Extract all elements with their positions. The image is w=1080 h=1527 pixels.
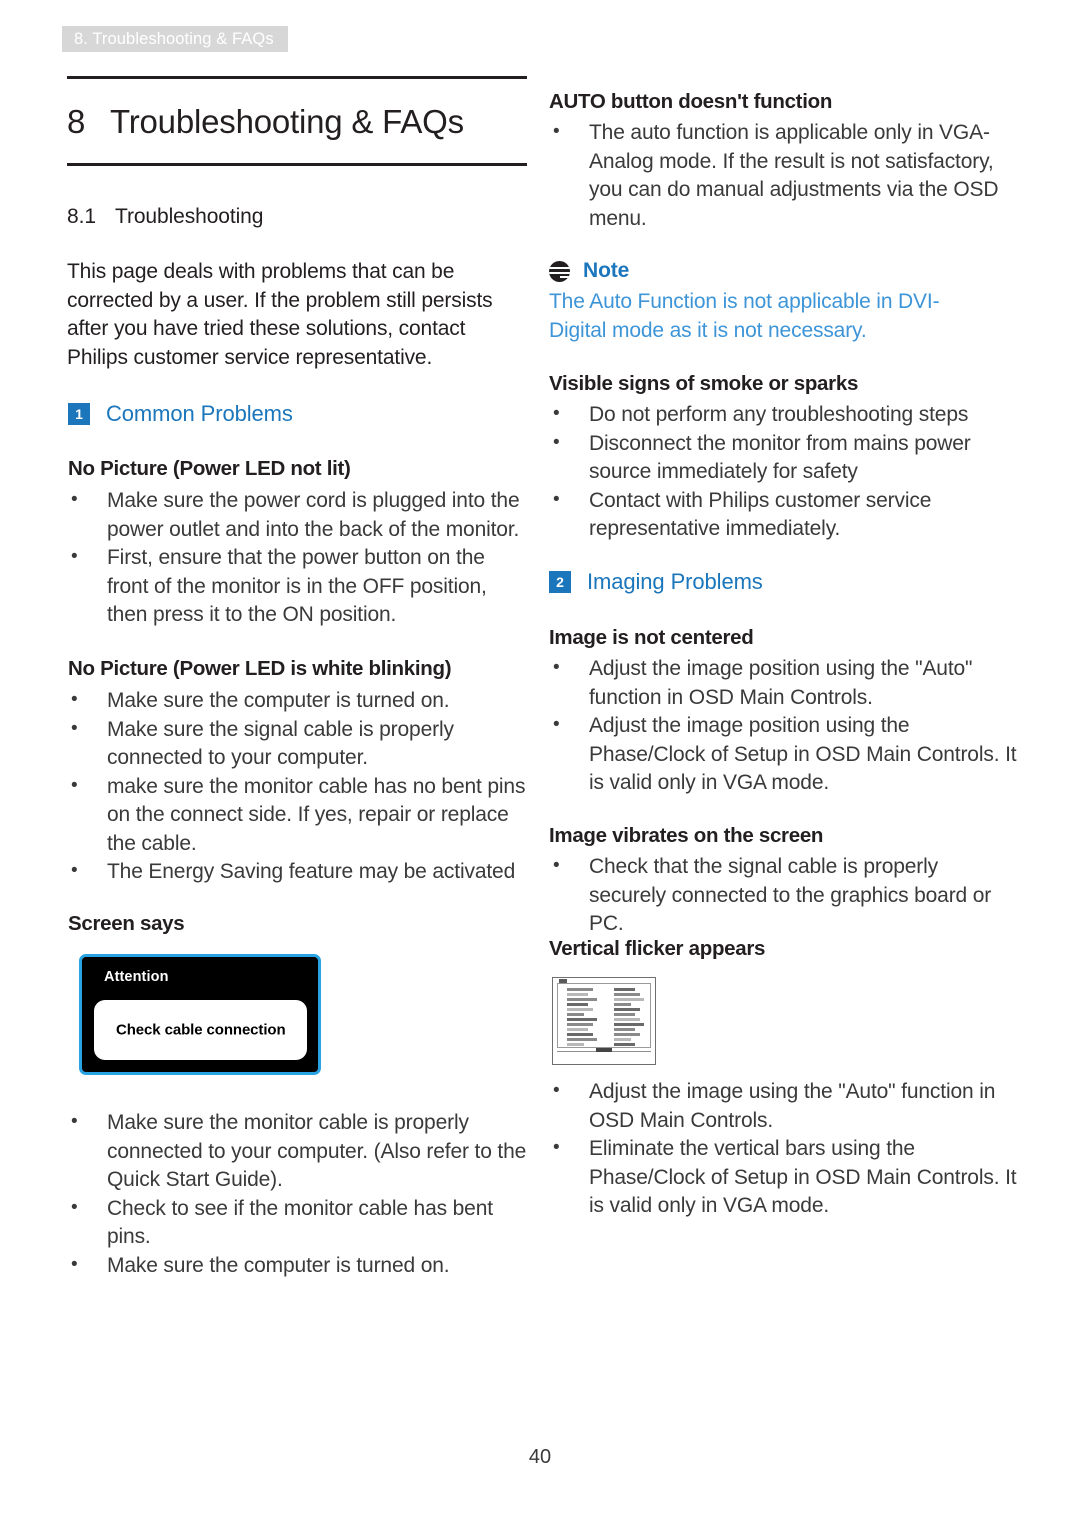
- chapter-title-text: Troubleshooting & FAQs: [110, 103, 464, 140]
- bullet-list-screen-says: Make sure the monitor cable is properly …: [67, 1108, 529, 1281]
- flicker-monitor-stand: [557, 1048, 651, 1061]
- attention-dialog-panel: Check cable connection: [94, 1000, 307, 1060]
- section-heading: 8.1 Troubleshooting: [67, 205, 529, 229]
- topic-heading-vertical-flicker: Vertical flicker appears: [549, 937, 766, 960]
- list-item: Check that the signal cable is properly …: [549, 852, 1019, 939]
- flicker-band-left: [567, 988, 597, 1047]
- bullet-list-no-picture-led-not-lit: Make sure the power cord is plugged into…: [67, 486, 529, 630]
- list-item: Adjust the image position using the "Aut…: [549, 654, 1019, 712]
- list-item: Make sure the computer is turned on.: [67, 1251, 529, 1281]
- group-badge-1: 1: [68, 403, 90, 425]
- topic-heading-smoke-sparks: Visible signs of smoke or sparks: [549, 372, 859, 395]
- list-item: Check to see if the monitor cable has be…: [67, 1194, 529, 1252]
- bullet-list-auto-button: The auto function is applicable only in …: [549, 118, 1019, 233]
- list-item: Adjust the image using the "Auto" functi…: [549, 1077, 1019, 1135]
- list-item: Eliminate the vertical bars using the Ph…: [549, 1134, 1019, 1221]
- page-number: 40: [528, 1446, 552, 1468]
- list-item: First, ensure that the power button on t…: [67, 543, 529, 630]
- topic-heading-no-picture-led-not-lit: No Picture (Power LED not lit): [68, 457, 351, 480]
- list-item: Do not perform any troubleshooting steps: [549, 400, 1019, 430]
- section-title-text: Troubleshooting: [115, 205, 264, 228]
- group-heading-common-problems: 1 Common Problems: [68, 401, 293, 427]
- list-item: Contact with Philips customer service re…: [549, 486, 1019, 544]
- chapter-title-block: 8 Troubleshooting & FAQs: [67, 76, 527, 166]
- list-item: The auto function is applicable only in …: [549, 118, 1019, 233]
- group-label-2: Imaging Problems: [587, 569, 763, 594]
- note-icon: [549, 260, 570, 282]
- bullet-list-no-picture-led-blinking: Make sure the computer is turned on. Mak…: [67, 686, 529, 887]
- bullet-list-image-vibrates: Check that the signal cable is properly …: [549, 852, 1019, 939]
- bullet-list-not-centered: Adjust the image position using the "Aut…: [549, 654, 1019, 798]
- list-item: Make sure the power cord is plugged into…: [67, 486, 529, 544]
- attention-dialog-message: Check cable connection: [116, 1021, 286, 1039]
- document-page: 8. Troubleshooting & FAQs 8 Troubleshoot…: [0, 0, 1080, 1527]
- list-item: Disconnect the monitor from mains power …: [549, 429, 1019, 487]
- list-item: The Energy Saving feature may be activat…: [67, 857, 529, 887]
- topic-heading-not-centered: Image is not centered: [549, 626, 754, 649]
- list-item: Make sure the signal cable is properly c…: [67, 715, 529, 773]
- flicker-screen-area: [557, 983, 651, 1048]
- page-title: 8 Troubleshooting & FAQs: [67, 79, 527, 163]
- attention-dialog-title: Attention: [104, 969, 169, 985]
- title-rule-bottom: [67, 163, 527, 166]
- group-badge-2: 2: [549, 571, 571, 593]
- list-item: Make sure the monitor cable is properly …: [67, 1108, 529, 1195]
- attention-dialog-figure: Attention Check cable connection: [79, 954, 321, 1075]
- topic-heading-auto-button: AUTO button doesn't function: [549, 90, 833, 113]
- bullet-list-smoke-sparks: Do not perform any troubleshooting steps…: [549, 400, 1019, 544]
- section-intro-paragraph: This page deals with problems that can b…: [67, 260, 493, 369]
- topic-heading-screen-says: Screen says: [68, 912, 185, 935]
- chapter-number: 8: [67, 103, 86, 140]
- section-number: 8.1: [67, 205, 96, 228]
- list-item: Adjust the image position using the Phas…: [549, 711, 1019, 798]
- note-title: Note: [583, 259, 630, 282]
- running-header-tab: 8. Troubleshooting & FAQs: [62, 26, 288, 52]
- vertical-flicker-figure: [552, 977, 656, 1065]
- topic-heading-image-vibrates: Image vibrates on the screen: [549, 824, 824, 847]
- flicker-band-right: [614, 988, 644, 1047]
- list-item: Make sure the computer is turned on.: [67, 686, 529, 716]
- note-body-text: The Auto Function is not applicable in D…: [549, 290, 940, 342]
- bullet-list-vertical-flicker: Adjust the image using the "Auto" functi…: [549, 1077, 1019, 1221]
- note-heading: Note: [549, 259, 629, 283]
- group-label-1: Common Problems: [106, 401, 293, 426]
- topic-heading-no-picture-led-blinking: No Picture (Power LED is white blinking): [68, 657, 452, 680]
- list-item: make sure the monitor cable has no bent …: [67, 772, 529, 859]
- group-heading-imaging-problems: 2 Imaging Problems: [549, 569, 763, 595]
